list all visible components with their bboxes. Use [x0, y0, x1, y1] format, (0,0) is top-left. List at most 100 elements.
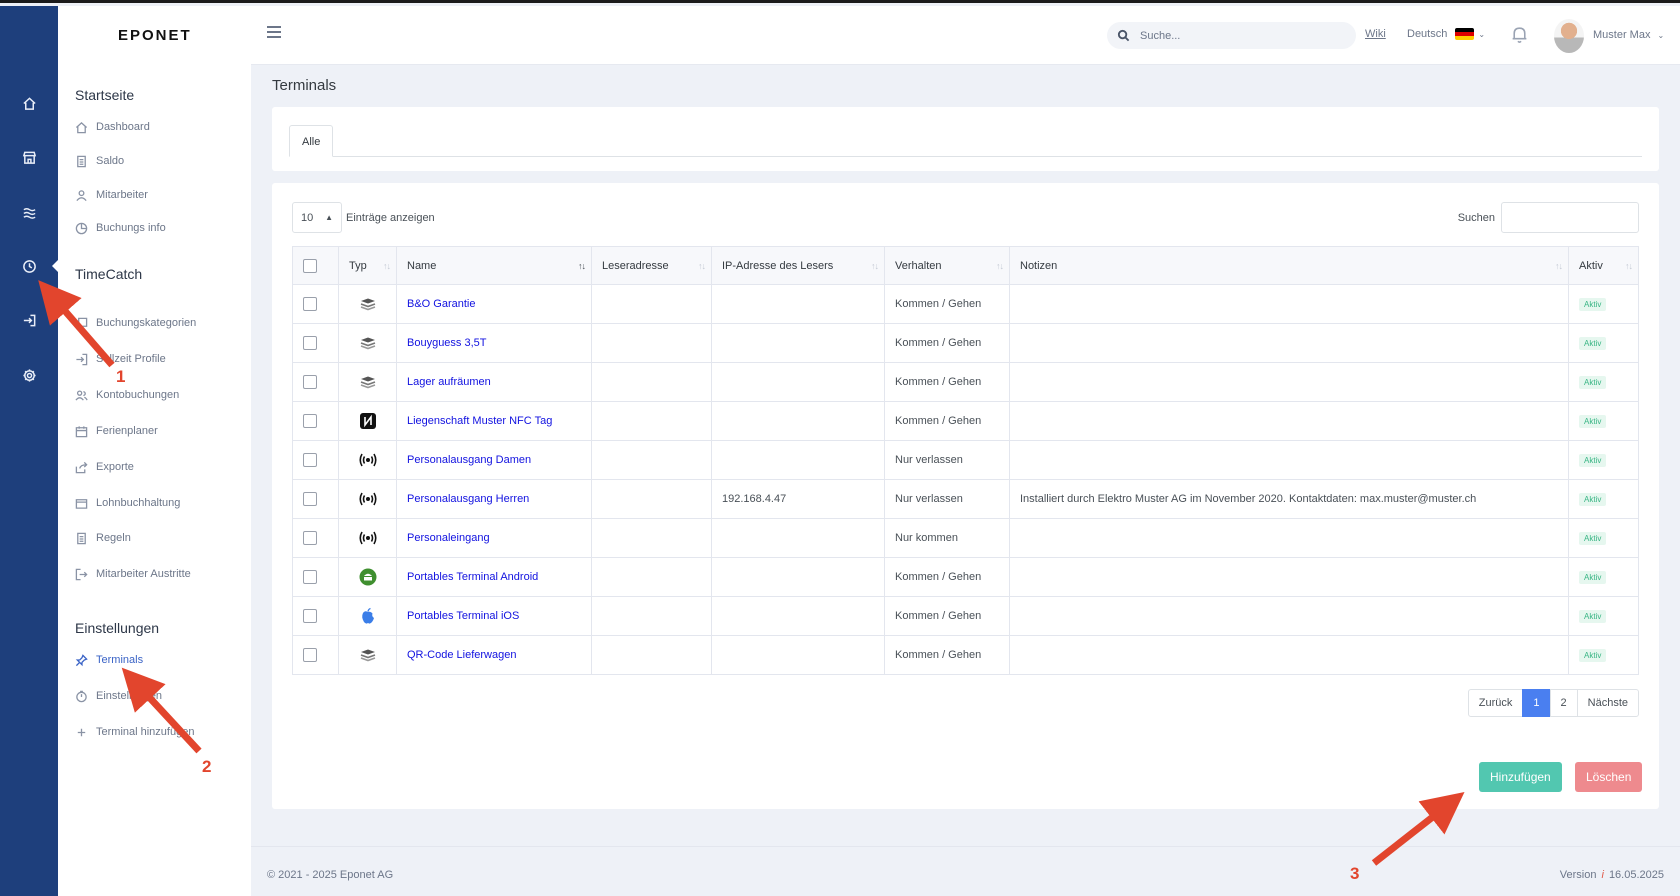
sidebar-item-lohnbuchhaltung[interactable]: Lohnbuchhaltung: [75, 493, 180, 513]
footer: © 2021 - 2025 Eponet AG Version i 16.05.20…: [251, 846, 1680, 896]
language-selector[interactable]: Deutsch ⌄: [1407, 28, 1485, 40]
behavior-cell: Kommen / Gehen: [884, 401, 1010, 441]
column-header-leseradresse[interactable]: Leseradresse ↑↓: [591, 246, 712, 285]
terminal-name-link[interactable]: Personaleingang: [396, 518, 592, 558]
table-row[interactable]: B&O Garantie Kommen / Gehen Aktiv: [292, 284, 1639, 324]
column-header-typ[interactable]: Typ ↑↓: [338, 246, 397, 285]
column-header-verhalten[interactable]: Verhalten ↑↓: [884, 246, 1010, 285]
reader-address-cell: [591, 479, 712, 519]
plus-icon: [77, 728, 86, 736]
table-row[interactable]: Portables Terminal Android Kommen / Gehen…: [292, 557, 1639, 597]
terminal-name-link[interactable]: Personalausgang Herren: [396, 479, 592, 519]
row-checkbox[interactable]: [303, 609, 317, 623]
sidebar-item-kontobuchungen[interactable]: Kontobuchungen: [75, 385, 179, 405]
notes-cell: Installiert durch Elektro Muster AG im N…: [1009, 479, 1569, 519]
row-checkbox[interactable]: [303, 414, 317, 428]
add-button[interactable]: Hinzufügen: [1479, 762, 1562, 792]
row-checkbox[interactable]: [303, 453, 317, 467]
pagination-next[interactable]: Nächste: [1576, 689, 1639, 717]
column-header-notizen[interactable]: Notizen ↑↓: [1009, 246, 1569, 285]
terminal-name-link[interactable]: Liegenschaft Muster NFC Tag: [396, 401, 592, 441]
row-checkbox[interactable]: [303, 648, 317, 662]
login-icon[interactable]: [0, 300, 58, 340]
waves-icon[interactable]: [0, 192, 58, 232]
ip-address-cell: 192.168.4.47: [711, 479, 885, 519]
sidebar-item-einstellungen[interactable]: Einstellungen: [75, 686, 162, 706]
row-select-cell: [292, 362, 339, 402]
row-checkbox[interactable]: [303, 570, 317, 584]
terminal-name-link[interactable]: Bouyguess 3,5T: [396, 323, 592, 363]
sidebar-item-regeln[interactable]: Regeln: [75, 528, 131, 548]
terminal-name-link[interactable]: Portables Terminal Android: [396, 557, 592, 597]
table-row[interactable]: QR-Code Lieferwagen Kommen / Gehen Aktiv: [292, 635, 1639, 675]
behavior-cell: Kommen / Gehen: [884, 596, 1010, 636]
status-badge: Aktiv: [1579, 414, 1607, 428]
clock-icon[interactable]: [0, 246, 59, 286]
sidebar-item-terminals[interactable]: Terminals: [75, 650, 143, 670]
gear-icon[interactable]: [0, 355, 58, 395]
tab-alle[interactable]: Alle: [289, 125, 334, 157]
row-checkbox[interactable]: [303, 375, 317, 389]
pagination-prev[interactable]: Zurück: [1467, 689, 1524, 717]
table-row[interactable]: Personalausgang Herren 192.168.4.47 Nur ve…: [292, 479, 1639, 519]
sidebar-item-buchungs-info[interactable]: Buchungs info: [75, 218, 166, 238]
search-icon[interactable]: [1117, 29, 1130, 42]
reader-address-cell: [591, 518, 712, 558]
terminal-name-link[interactable]: QR-Code Lieferwagen: [396, 635, 592, 675]
type-cell: [338, 596, 397, 636]
ip-address-cell: [711, 518, 885, 558]
row-checkbox[interactable]: [303, 492, 317, 506]
sidebar-item-sollzeit-profile[interactable]: Sollzeit Profile: [75, 349, 166, 369]
terminal-name-link[interactable]: Lager aufräumen: [396, 362, 592, 402]
search-input[interactable]: [1140, 29, 1340, 42]
terminal-name-link[interactable]: Portables Terminal iOS: [396, 596, 592, 636]
avatar[interactable]: [1554, 19, 1584, 53]
row-checkbox[interactable]: [303, 297, 317, 311]
sidebar-item-saldo[interactable]: Saldo: [75, 151, 124, 171]
pagination-page-2[interactable]: 2: [1549, 689, 1578, 717]
home-icon[interactable]: [0, 83, 58, 123]
reader-address-cell: [591, 284, 712, 324]
store-icon[interactable]: [0, 137, 58, 177]
row-checkbox[interactable]: [303, 531, 317, 545]
ip-address-cell: [711, 596, 885, 636]
sidebar-item-mitarbeiter[interactable]: Mitarbeiter: [75, 185, 148, 205]
terminal-name-link[interactable]: Personalausgang Damen: [396, 440, 592, 480]
wiki-link[interactable]: Wiki: [1365, 28, 1386, 40]
pagination-page-1[interactable]: 1: [1522, 689, 1551, 717]
type-cell: [338, 557, 397, 597]
sidebar-item-label: Exporte: [96, 461, 134, 473]
row-checkbox[interactable]: [303, 336, 317, 350]
table-search-input[interactable]: [1501, 202, 1639, 233]
sidebar-item-buchungskategorien[interactable]: Buchungskategorien: [75, 313, 196, 333]
table-row[interactable]: Liegenschaft Muster NFC Tag Kommen / Gehe…: [292, 401, 1639, 441]
info-icon[interactable]: i: [1601, 869, 1603, 881]
table-row[interactable]: Personalausgang Damen Nur verlassen Aktiv: [292, 440, 1639, 480]
column-header-ip[interactable]: IP-Adresse des Lesers ↑↓: [711, 246, 885, 285]
annotation-number-2: 2: [202, 757, 212, 776]
sidebar-item-exporte[interactable]: Exporte: [75, 457, 134, 477]
timer-icon: [76, 690, 87, 702]
status-badge: Aktiv: [1579, 570, 1607, 584]
delete-button[interactable]: Löschen: [1575, 762, 1643, 792]
column-label: Typ: [349, 259, 367, 272]
menu-icon[interactable]: [267, 26, 281, 38]
user-menu[interactable]: Muster Max ⌄: [1593, 29, 1664, 41]
sidebar-item-ferienplaner[interactable]: Ferienplaner: [75, 421, 158, 441]
sidebar-item-mitarbeiter-austritte[interactable]: Mitarbeiter Austritte: [75, 564, 191, 584]
table-row[interactable]: Portables Terminal iOS Kommen / Gehen Akti…: [292, 596, 1639, 636]
entries-length-select[interactable]: 10 ▲: [292, 202, 342, 233]
table-row[interactable]: Lager aufräumen Kommen / Gehen Aktiv: [292, 362, 1639, 402]
terminal-name-link[interactable]: B&O Garantie: [396, 284, 592, 324]
bell-icon[interactable]: [1511, 25, 1528, 49]
sidebar-item-dashboard[interactable]: Dashboard: [75, 117, 150, 137]
table-row[interactable]: Personaleingang Nur kommen Aktiv: [292, 518, 1639, 558]
sidebar-item-terminal-hinzufuegen[interactable]: Terminal hinzufügen: [75, 722, 194, 742]
table-row[interactable]: Bouyguess 3,5T Kommen / Gehen Aktiv: [292, 323, 1639, 363]
column-header-name[interactable]: Name ↑↓: [396, 246, 592, 285]
status-badge: Aktiv: [1579, 375, 1607, 389]
stack-icon: [349, 648, 386, 662]
terminals-table: Typ ↑↓ Name ↑↓ Leseradresse ↑↓ IP-Adresse d…: [292, 246, 1639, 675]
select-all-checkbox[interactable]: [303, 258, 317, 273]
column-header-aktiv[interactable]: Aktiv ↑↓: [1568, 246, 1639, 285]
